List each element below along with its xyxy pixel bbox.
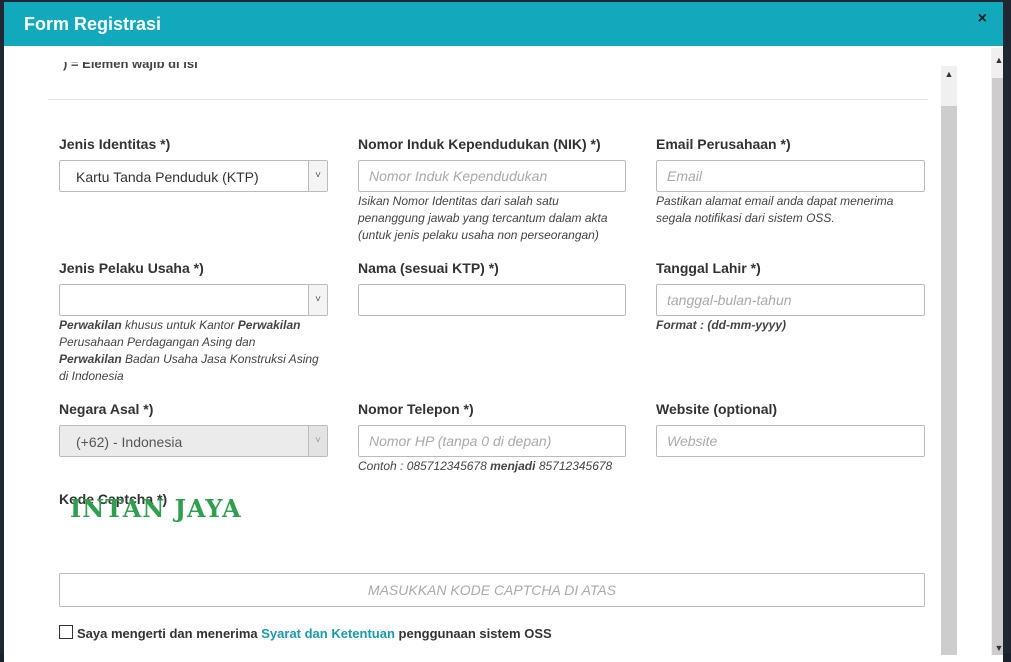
scroll-up-icon[interactable]: ▲: [941, 66, 957, 82]
jenis-pelaku-help-line-4: di Indonesia: [59, 369, 124, 383]
tanggal-lahir-help: Format : (dd-mm-yyyy): [656, 318, 787, 332]
email-label: Email Perusahaan *): [656, 136, 791, 152]
website-field[interactable]: [656, 425, 925, 457]
jenis-pelaku-select[interactable]: ˅: [59, 284, 328, 316]
required-note: ) = Elemen wajib di isi: [63, 56, 198, 71]
registration-modal: Form Registrasi × ) = Elemen wajib di is…: [4, 2, 1003, 662]
website-label: Website (optional): [656, 401, 778, 417]
nik-help-line-1: Isikan Nomor Identitas dari salah satu: [358, 194, 559, 208]
nama-input[interactable]: [359, 285, 625, 315]
modal-title: Form Registrasi: [24, 14, 162, 34]
email-field[interactable]: [656, 160, 925, 192]
jenis-pelaku-help-line-1: Perwakilan khusus untuk Kantor Perwakila…: [59, 318, 301, 332]
nik-input[interactable]: [359, 161, 625, 191]
tanggal-lahir-label: Tanggal Lahir *): [656, 260, 761, 276]
tanggal-lahir-field[interactable]: [656, 284, 925, 316]
jenis-identitas-select[interactable]: Kartu Tanda Penduduk (KTP) ˅: [59, 160, 328, 192]
nik-help-line-3: (untuk jenis pelaku usaha non perseorang…: [358, 228, 599, 242]
captcha-image: INTAN JAYA: [70, 494, 242, 523]
terms-link[interactable]: Syarat dan Ketentuan: [261, 626, 395, 641]
chevron-down-icon: ˅: [308, 426, 327, 456]
scroll-down-icon[interactable]: ▼: [991, 643, 1003, 655]
scroll-up-icon[interactable]: ▲: [991, 52, 1003, 68]
chevron-down-icon: ˅: [308, 285, 327, 315]
jenis-identitas-label: Jenis Identitas *): [59, 136, 171, 152]
negara-select[interactable]: (+62) - Indonesia ˅: [59, 425, 328, 457]
nik-help: Isikan Nomor Identitas dari salah satu p…: [358, 193, 608, 244]
nik-field[interactable]: [358, 160, 626, 192]
jenis-pelaku-help: Perwakilan khusus untuk Kantor Perwakila…: [59, 317, 334, 385]
page-scrollbar-thumb[interactable]: [992, 78, 1003, 655]
jenis-pelaku-help-line-2: Perusahaan Perdagangan Asing dan: [59, 335, 256, 349]
telepon-help: Contoh : 085712345678 menjadi 8571234567…: [358, 459, 613, 473]
terms-checkbox[interactable]: [59, 625, 73, 639]
nama-label: Nama (sesuai KTP) *): [358, 260, 499, 276]
telepon-input[interactable]: [359, 426, 625, 456]
email-help: Pastikan alamat email anda dapat menerim…: [656, 193, 893, 227]
modal-body: ) = Elemen wajib di isi Jenis Identitas …: [4, 46, 1003, 662]
nama-field[interactable]: [358, 284, 626, 316]
terms-after: penggunaan sistem OSS: [394, 626, 552, 641]
email-help-line-2: segala notifikasi dari sistem OSS.: [656, 211, 835, 225]
captcha-input[interactable]: [60, 574, 924, 606]
email-input[interactable]: [657, 161, 924, 191]
tanggal-lahir-input[interactable]: [657, 285, 924, 315]
jenis-identitas-value: Kartu Tanda Penduduk (KTP): [76, 169, 259, 185]
modal-scrollbar-thumb[interactable]: [941, 106, 957, 655]
telepon-field[interactable]: [358, 425, 626, 457]
captcha-field[interactable]: [59, 573, 925, 607]
jenis-pelaku-label: Jenis Pelaku Usaha *): [59, 260, 204, 276]
terms-text: Saya mengerti dan menerima Syarat dan Ke…: [77, 626, 552, 641]
terms-before: Saya mengerti dan menerima: [77, 626, 262, 641]
negara-value: (+62) - Indonesia: [76, 434, 183, 450]
nik-label: Nomor Induk Kependudukan (NIK) *): [358, 136, 601, 152]
divider: [48, 99, 928, 100]
email-help-line-1: Pastikan alamat email anda dapat menerim…: [656, 194, 894, 208]
telepon-label: Nomor Telepon *): [358, 401, 474, 417]
website-input[interactable]: [657, 426, 924, 456]
negara-label: Negara Asal *): [59, 401, 154, 417]
jenis-pelaku-help-line-3: Perwakilan Badan Usaha Jasa Konstruksi A…: [59, 352, 319, 366]
chevron-down-icon: ˅: [308, 161, 327, 191]
modal-header: Form Registrasi ×: [4, 2, 1003, 46]
close-icon[interactable]: ×: [978, 10, 987, 28]
nik-help-line-2: penanggung jawab yang tercantum dalam ak…: [358, 211, 608, 225]
